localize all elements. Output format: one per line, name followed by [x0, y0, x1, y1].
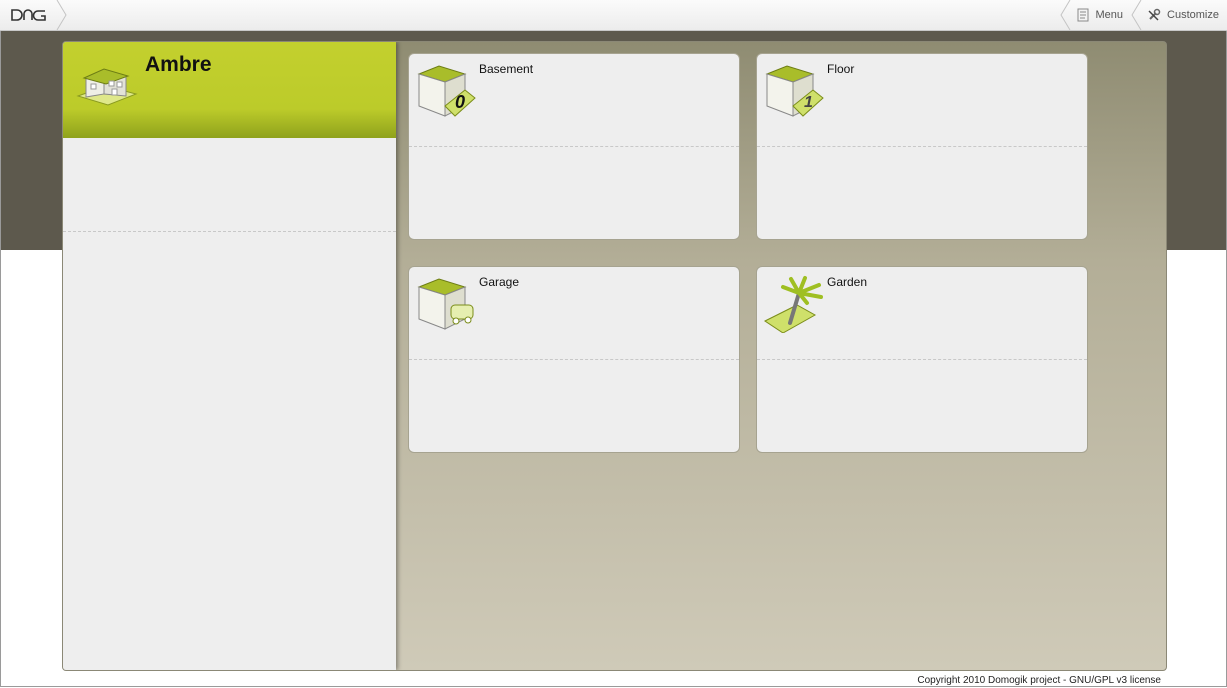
house-icon — [76, 68, 138, 106]
house-stage: Ambre 0 Basement 1 Floor Garage Garden — [62, 41, 1167, 671]
house-divider — [63, 231, 396, 232]
menu-label: Menu — [1095, 9, 1124, 21]
breadcrumb-separator — [56, 0, 67, 30]
menu-icon — [1077, 8, 1088, 22]
top-bar: Menu Customize — [0, 0, 1227, 31]
house-title: Ambre — [145, 53, 212, 76]
customize-icon — [1148, 8, 1161, 21]
copyright-footer: Copyright 2010 Domogik project - GNU/GPL… — [917, 675, 1161, 686]
nav-separator — [1059, 0, 1070, 30]
room-divider — [409, 146, 739, 147]
room-name-floor: Floor — [827, 62, 855, 76]
top-navigation: Menu Customize — [1059, 0, 1227, 30]
room-card-garden[interactable]: Garden — [756, 266, 1088, 453]
room-card-garage[interactable]: Garage — [408, 266, 740, 453]
house-panel: Ambre — [63, 42, 396, 670]
svg-text:1: 1 — [804, 94, 813, 111]
room-name-garage: Garage — [479, 275, 520, 289]
domogik-logo[interactable] — [10, 8, 48, 22]
customize-link[interactable]: Customize — [1131, 0, 1227, 30]
svg-text:0: 0 — [455, 92, 465, 112]
garden-icon — [764, 276, 823, 333]
nav-separator — [1131, 0, 1142, 30]
basement-icon: 0 — [417, 65, 476, 117]
garage-icon — [417, 278, 474, 330]
room-divider — [409, 359, 739, 360]
customize-label: Customize — [1167, 9, 1219, 21]
room-card-floor[interactable]: 1 Floor — [756, 53, 1088, 240]
house-header[interactable]: Ambre — [63, 42, 396, 138]
room-divider — [757, 146, 1087, 147]
room-name-garden: Garden — [827, 275, 868, 289]
floor-icon: 1 — [765, 65, 824, 117]
room-divider — [757, 359, 1087, 360]
room-card-basement[interactable]: 0 Basement — [408, 53, 740, 240]
menu-link[interactable]: Menu — [1059, 0, 1132, 30]
room-name-basement: Basement — [479, 62, 534, 76]
